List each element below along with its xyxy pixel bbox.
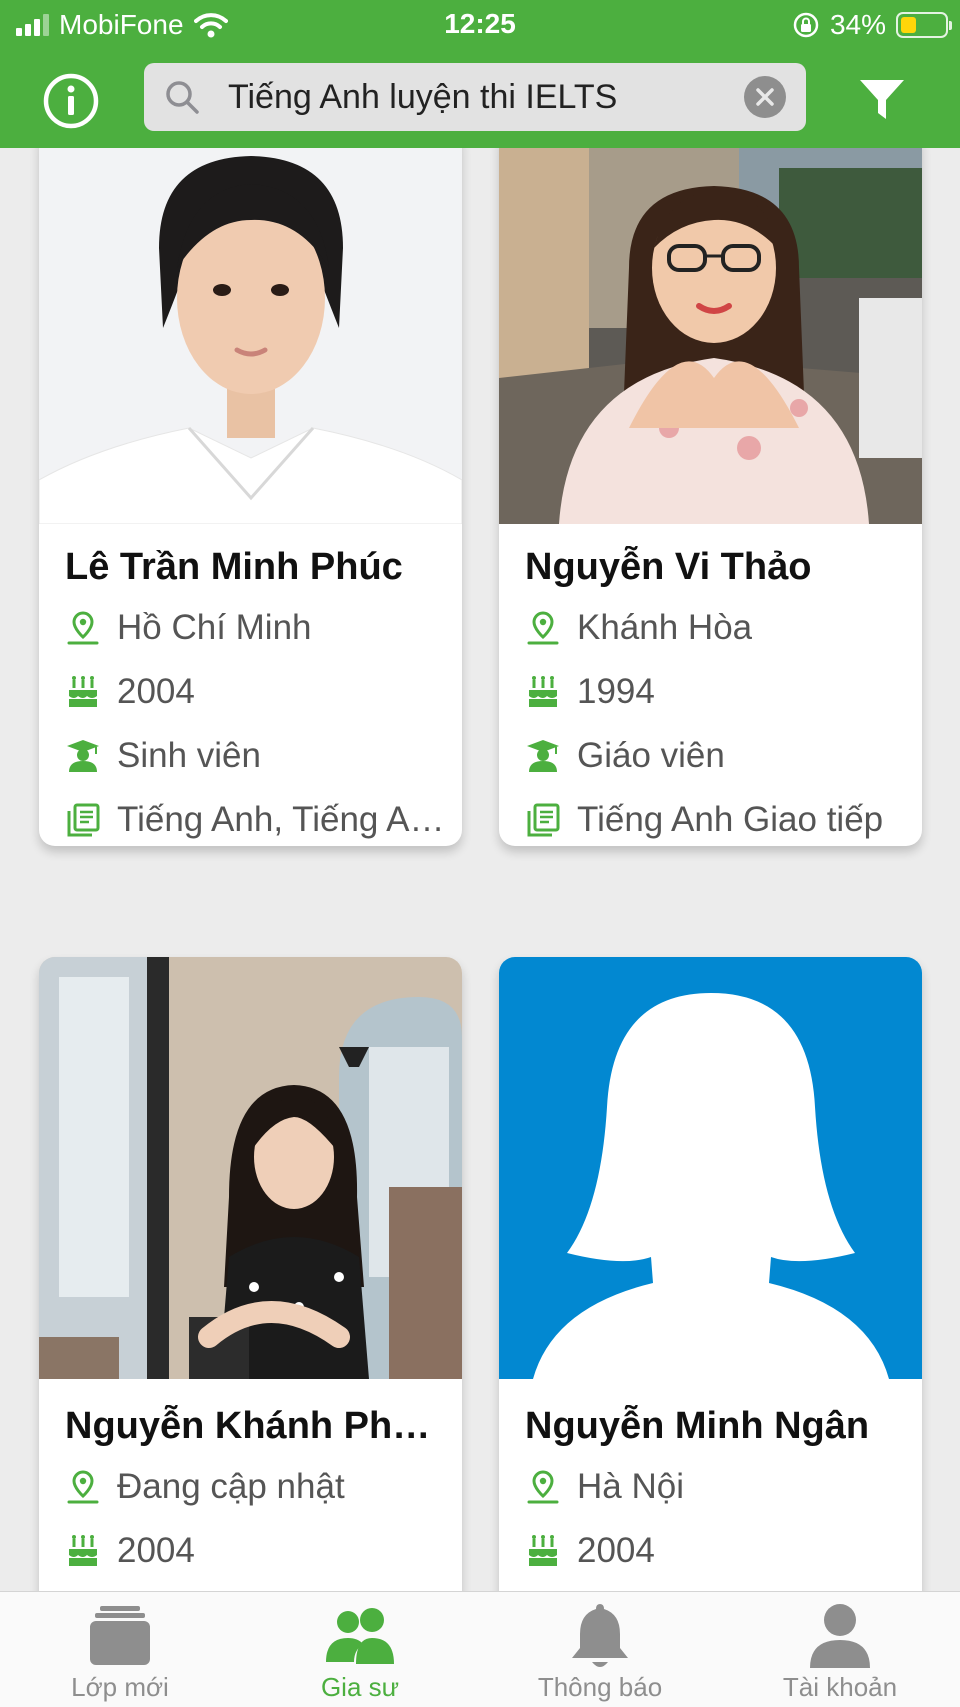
tutor-card[interactable]: Nguyễn Vi Thảo Khánh Hòa 1994 Giáo viên … <box>499 148 922 846</box>
tutor-birth-year-text: 1994 <box>577 672 655 711</box>
tutor-birth-year: 2004 <box>525 1529 905 1573</box>
orientation-lock-icon <box>793 12 819 38</box>
tutor-name: Nguyễn Vi Thảo <box>525 546 812 588</box>
location-pin-icon <box>527 611 559 645</box>
tutor-birth-year-text: 2004 <box>117 672 195 711</box>
tutor-card[interactable]: Nguyễn Khánh Phương Đang cập nhật 2004 <box>39 957 462 1591</box>
tutor-birth-year: 2004 <box>65 1529 445 1573</box>
tutor-occupation-text: Sinh viên <box>117 736 261 775</box>
tutor-location: Hà Nội <box>525 1465 905 1509</box>
search-bar[interactable]: Tiếng Anh luyện thi IELTS <box>144 63 806 131</box>
tutor-occupation-text: Giáo viên <box>577 736 725 775</box>
info-icon[interactable] <box>42 72 100 130</box>
subjects-book-icon <box>527 803 560 837</box>
tutor-location-text: Hà Nội <box>577 1467 684 1506</box>
tutor-birth-year-text: 2004 <box>117 1531 195 1570</box>
location-pin-icon <box>67 1470 99 1504</box>
birthday-cake-icon <box>529 676 557 707</box>
default-avatar-icon <box>499 957 922 1379</box>
location-pin-icon <box>527 1470 559 1504</box>
search-icon <box>166 81 199 114</box>
user-icon <box>810 1604 870 1668</box>
tutor-birth-year-text: 2004 <box>577 1531 655 1570</box>
tutor-location: Khánh Hòa <box>525 606 905 650</box>
filter-icon[interactable] <box>858 76 906 124</box>
status-bar: MobiFone 12:25 34% <box>0 0 960 50</box>
tab-label: Lớp mới <box>71 1672 169 1702</box>
app-header: MobiFone 12:25 34% Tiếng Anh luyện thi I… <box>0 0 960 148</box>
tutor-location-text: Khánh Hòa <box>577 608 753 647</box>
tab-label: Gia sư <box>320 1672 400 1702</box>
tutor-name: Nguyễn Khánh Phương <box>65 1405 445 1447</box>
tutor-location: Đang cập nhật <box>65 1465 445 1509</box>
birthday-cake-icon <box>529 1535 557 1566</box>
location-pin-icon <box>67 611 99 645</box>
bell-icon <box>572 1604 628 1667</box>
search-input[interactable]: Tiếng Anh luyện thi IELTS <box>228 63 617 131</box>
battery-percent: 34% <box>829 9 886 40</box>
tab-label: Tài khoản <box>782 1672 898 1702</box>
tab-tutors[interactable]: Gia sư <box>240 1592 480 1707</box>
tutor-occupation: Sinh viên <box>65 734 445 778</box>
tutor-subjects-text: Tiếng Anh, Tiếng Anh luyện thi IELTS <box>117 800 445 839</box>
tutor-name: Nguyễn Minh Ngân <box>525 1405 870 1447</box>
subjects-book-icon <box>67 803 100 837</box>
tab-account[interactable]: Tài khoản <box>720 1592 960 1707</box>
tutor-birth-year: 2004 <box>65 670 445 714</box>
battery-level <box>901 17 916 33</box>
bottom-tab-bar: Lớp mới Gia sư Thông báo Tài khoản <box>0 1591 960 1707</box>
tutor-subjects: Tiếng Anh, Tiếng Anh luyện thi IELTS <box>65 798 445 842</box>
tutor-photo <box>39 957 462 1379</box>
tutor-subjects-text: Tiếng Anh Giao tiếp <box>577 800 884 839</box>
tutor-subjects: Tiếng Anh Giao tiếp <box>525 798 905 842</box>
status-right: 34% <box>792 8 952 42</box>
graduate-icon <box>527 740 559 772</box>
tab-label: Thông báo <box>537 1672 663 1702</box>
tutor-photo <box>39 148 462 524</box>
tutor-card[interactable]: Nguyễn Minh Ngân Hà Nội 2004 <box>499 957 922 1591</box>
tutor-location-text: Đang cập nhật <box>117 1467 345 1506</box>
tab-notifications[interactable]: Thông báo <box>480 1592 720 1707</box>
birthday-cake-icon <box>69 676 97 707</box>
tutor-location-text: Hồ Chí Minh <box>117 608 312 647</box>
tutor-card[interactable]: Lê Trần Minh Phúc Hồ Chí Minh 2004 Sinh … <box>39 148 462 846</box>
tutor-photo <box>499 148 922 524</box>
tutors-icon <box>326 1608 394 1664</box>
classes-icon <box>90 1606 150 1665</box>
tutor-name: Lê Trần Minh Phúc <box>65 546 403 588</box>
battery-icon <box>896 12 952 38</box>
tab-new-classes[interactable]: Lớp mới <box>0 1592 240 1707</box>
clear-icon[interactable] <box>744 76 786 118</box>
tutor-grid: Lê Trần Minh Phúc Hồ Chí Minh 2004 Sinh … <box>0 148 960 1591</box>
graduate-icon <box>67 740 99 772</box>
tutor-location: Hồ Chí Minh <box>65 606 445 650</box>
tutor-birth-year: 1994 <box>525 670 905 714</box>
tutor-occupation: Giáo viên <box>525 734 905 778</box>
birthday-cake-icon <box>69 1535 97 1566</box>
